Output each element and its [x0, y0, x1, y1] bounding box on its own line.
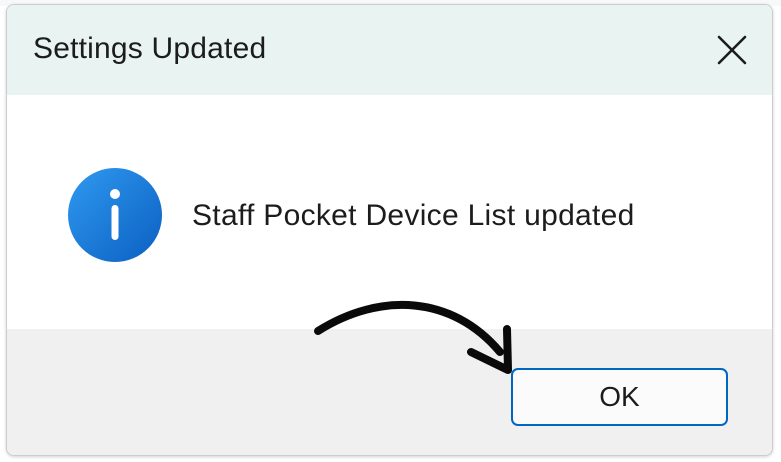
dialog-content: Staff Pocket Device List updated — [7, 95, 772, 329]
dialog-title: Settings Updated — [33, 32, 267, 65]
ok-button[interactable]: OK — [511, 368, 728, 426]
info-icon — [68, 168, 162, 262]
dialog-title-bar: Settings Updated — [7, 5, 772, 95]
settings-updated-dialog: Settings Updated Staff Pocket Device Lis… — [6, 4, 773, 456]
close-icon — [717, 35, 747, 65]
dialog-message: Staff Pocket Device List updated — [192, 199, 635, 232]
dialog-footer: OK — [7, 329, 772, 455]
close-button[interactable] — [692, 5, 772, 95]
page: Settings Updated Staff Pocket Device Lis… — [0, 0, 781, 462]
